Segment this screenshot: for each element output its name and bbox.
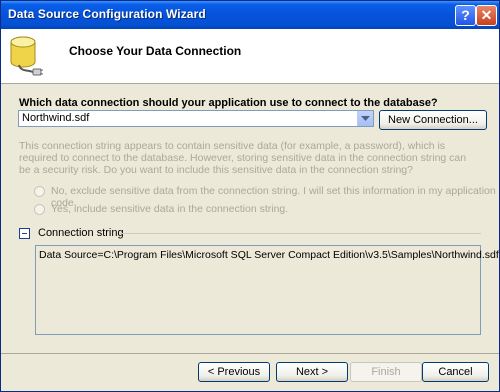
help-button[interactable]: ? [455, 5, 476, 26]
wizard-header: Choose Your Data Connection [1, 29, 499, 84]
connection-string-value: Data Source=C:\Program Files\Microsoft S… [39, 249, 499, 261]
connection-question: Which data connection should your applic… [19, 97, 438, 109]
connection-combobox[interactable]: Northwind.sdf [18, 110, 374, 127]
next-button[interactable]: Next > [276, 362, 348, 382]
exclude-sensitive-radio[interactable] [34, 186, 45, 197]
section-divider [120, 233, 481, 234]
title-bar[interactable]: Data Source Configuration Wizard ? ✕ [1, 1, 499, 29]
wizard-window: Data Source Configuration Wizard ? ✕ Cho… [0, 0, 500, 392]
dropdown-arrow-icon[interactable] [357, 111, 373, 126]
window-title: Data Source Configuration Wizard [8, 7, 206, 21]
close-button[interactable]: ✕ [476, 5, 497, 26]
include-sensitive-label: Yes, include sensitive data in the conne… [51, 203, 289, 215]
database-icon [9, 35, 43, 76]
connection-string-box[interactable]: Data Source=C:\Program Files\Microsoft S… [35, 245, 499, 335]
collapse-toggle-icon[interactable] [19, 228, 30, 239]
include-sensitive-radio[interactable] [34, 204, 45, 215]
page-title: Choose Your Data Connection [69, 44, 242, 58]
finish-button[interactable]: Finish [350, 362, 422, 382]
connection-string-label: Connection string [38, 227, 124, 239]
connection-selected-value: Northwind.sdf [22, 112, 90, 124]
new-connection-button[interactable]: New Connection... [379, 110, 487, 130]
footer-divider [1, 353, 499, 354]
previous-button[interactable]: < Previous [198, 362, 270, 382]
sensitive-data-warning: This connection string appears to contai… [19, 140, 467, 176]
cancel-button[interactable]: Cancel [422, 362, 489, 382]
